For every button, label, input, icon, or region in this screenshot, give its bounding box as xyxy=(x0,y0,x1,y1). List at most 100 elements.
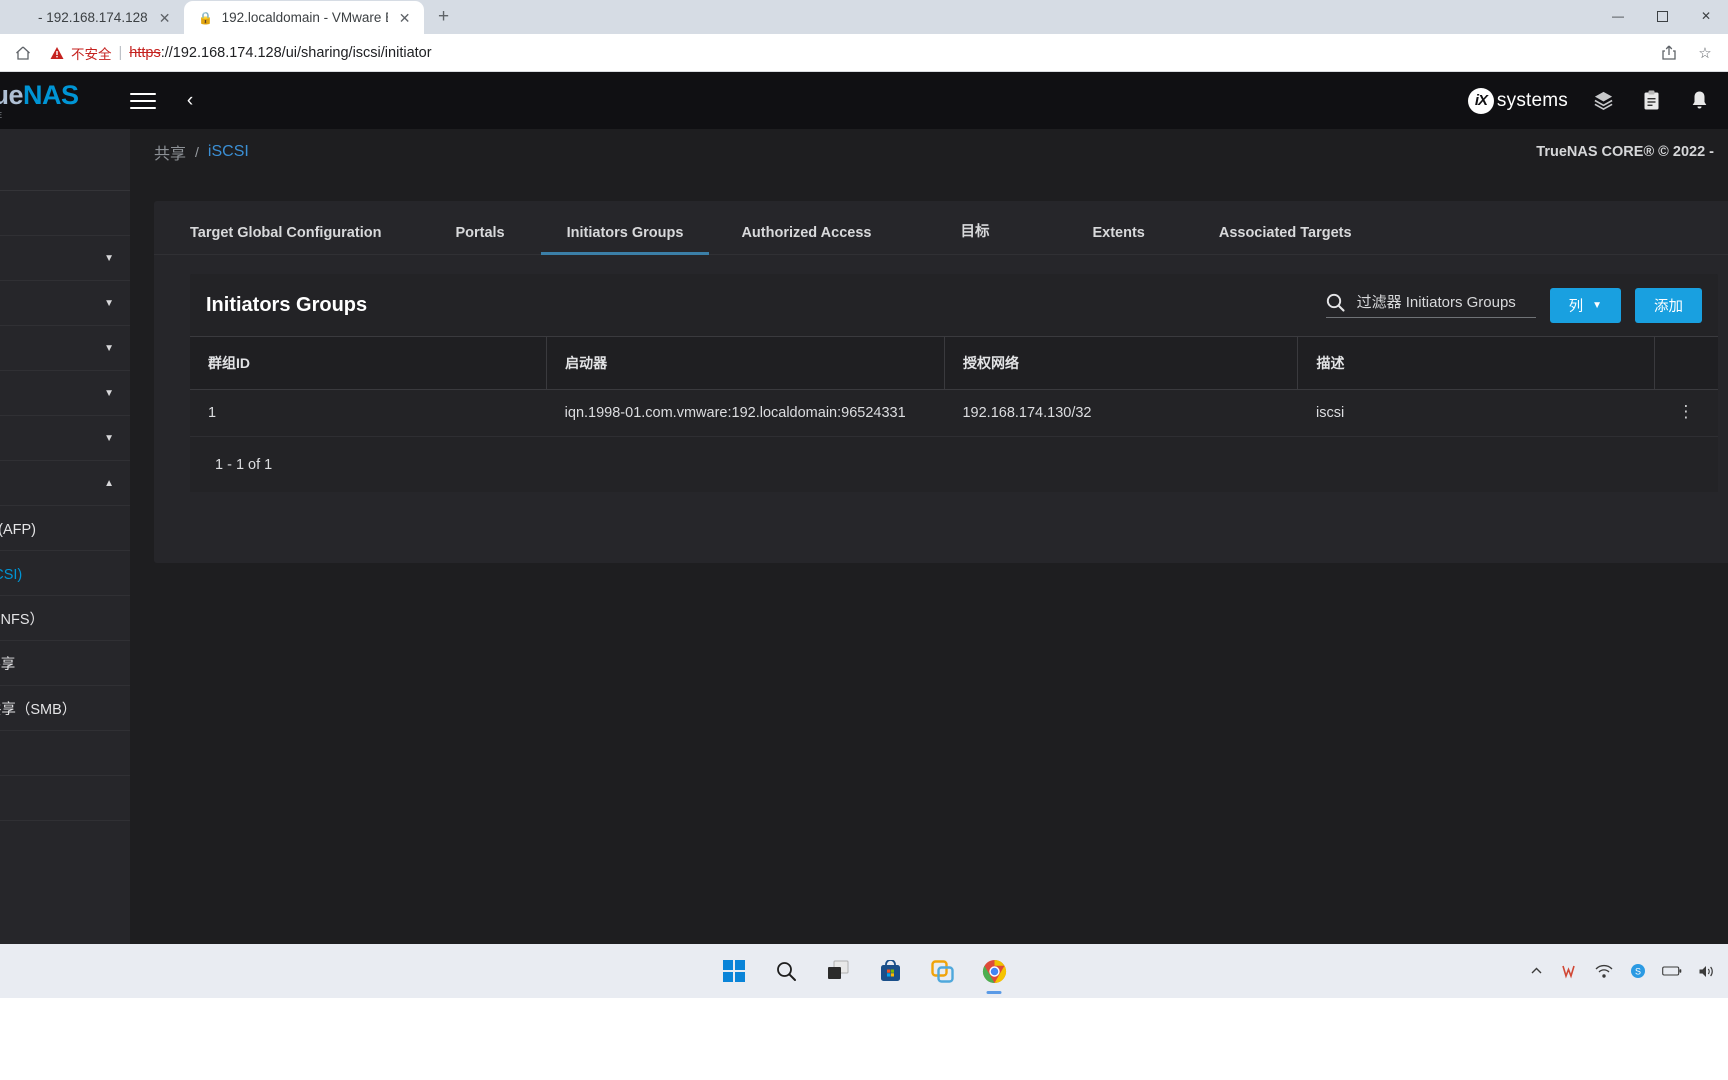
store-icon xyxy=(880,959,900,981)
sidebar-hostname: truenas.local xyxy=(0,162,130,178)
columns-button[interactable]: 列 ▼ xyxy=(1549,287,1621,323)
sidebar-item-blank-1[interactable] xyxy=(0,731,130,776)
chevron-down-icon: ▼ xyxy=(104,252,114,264)
tab-targets[interactable]: 目标 xyxy=(960,201,989,254)
magnifier-icon xyxy=(777,962,796,981)
sogou-icon[interactable]: S xyxy=(1628,961,1648,981)
chevron-down-icon: ▼ xyxy=(1592,299,1602,311)
share-icon[interactable] xyxy=(1656,40,1682,66)
sidebar-item-label: Unix共享（NFS） xyxy=(0,611,45,628)
start-button[interactable] xyxy=(717,954,751,988)
bell-icon[interactable] xyxy=(1686,88,1712,114)
sidebar-item-network[interactable]: 网络 ▼ xyxy=(0,326,130,371)
filter-box[interactable] xyxy=(1325,293,1536,318)
sidebar-item-blank-2[interactable] xyxy=(0,776,130,821)
panel-title: Initiators Groups xyxy=(206,293,368,316)
store-button[interactable] xyxy=(873,954,907,988)
hamburger-icon[interactable] xyxy=(130,88,156,114)
taskbar-apps xyxy=(717,954,1011,994)
volume-icon[interactable] xyxy=(1696,961,1716,981)
breadcrumb-root[interactable]: 共享 xyxy=(154,140,186,164)
kebab-menu-icon[interactable]: ⋮ xyxy=(1673,403,1700,420)
add-button[interactable]: 添加 xyxy=(1635,287,1702,323)
home-icon[interactable] xyxy=(10,40,36,66)
close-icon[interactable]: ✕ xyxy=(1684,0,1728,32)
tab-label: Associated Targets xyxy=(1218,225,1352,241)
tab-associated-targets[interactable]: Associated Targets xyxy=(1219,201,1352,254)
tab-target-global-configuration[interactable]: Target Global Configuration xyxy=(190,201,381,254)
tab-portals[interactable]: Portals xyxy=(455,201,504,254)
cube-icon[interactable] xyxy=(1590,88,1616,114)
sidebar-item-label: Windows共享（SMB） xyxy=(0,701,77,718)
sidebar-item-dashboard[interactable]: 仪表板 xyxy=(0,191,130,236)
clipboard-icon[interactable] xyxy=(1638,88,1664,114)
sidebar-item-afp[interactable]: Apple共享 (AFP) xyxy=(0,506,130,551)
tab-favicon: 🔒 xyxy=(198,10,214,25)
tab-authorized-access[interactable]: Authorized Access xyxy=(741,201,871,254)
sidebar-item-storage[interactable]: 存储 ▼ xyxy=(0,371,130,416)
sidebar-item-nfs[interactable]: Unix共享（NFS） xyxy=(0,596,130,641)
sidebar-item-label: Apple共享 (AFP) xyxy=(0,521,36,538)
maximize-icon[interactable] xyxy=(1640,0,1684,32)
sidebar-item-sharing[interactable]: 共享 ▲ xyxy=(0,461,130,506)
logo-true-text: True xyxy=(0,79,24,110)
chrome-button[interactable] xyxy=(977,954,1011,994)
battery-icon[interactable] xyxy=(1662,961,1682,981)
breadcrumb-current[interactable]: iSCSI xyxy=(208,143,249,161)
task-view-button[interactable] xyxy=(821,954,855,988)
tab-label: Portals xyxy=(455,225,505,241)
search-button[interactable] xyxy=(769,954,803,988)
toolbar-right-icons: ☆ xyxy=(1656,40,1718,66)
minimize-icon[interactable]: — xyxy=(1596,0,1640,32)
sidebar-item-webdav[interactable]: WebDAV共享 xyxy=(0,641,130,686)
tray-expand-icon[interactable] xyxy=(1526,961,1546,981)
tab-close-icon[interactable]: ✕ xyxy=(156,9,174,27)
tab-initiators-groups[interactable]: Initiators Groups xyxy=(540,201,710,255)
browser-tab-1[interactable]: - 192.168.174.128 ✕ xyxy=(0,1,184,34)
window-controls: — ✕ xyxy=(1596,0,1728,32)
browser-tabstrip: - 192.168.174.128 ✕ 🔒 192.localdomain - … xyxy=(0,0,1728,34)
ix-word: systems xyxy=(1496,89,1568,111)
search-input[interactable] xyxy=(1356,293,1522,311)
new-tab-button[interactable]: + xyxy=(430,3,458,31)
table-row[interactable]: 1 iqn.1998-01.com.vmware:192.localdomain… xyxy=(190,389,1718,437)
network-icon[interactable] xyxy=(1594,961,1614,981)
column-header-network[interactable]: 授权网络 xyxy=(944,336,1299,390)
tab-close-icon[interactable]: ✕ xyxy=(396,9,414,27)
column-header-group-id[interactable]: 群组ID xyxy=(190,336,548,390)
sidebar-user: 🔒 root truenas.local xyxy=(0,129,130,191)
initiators-groups-table: 群组ID 启动器 授权网络 描述 1 iqn.1998-01.com.vmwar… xyxy=(190,336,1718,437)
warning-triangle-icon xyxy=(50,46,64,60)
table-header-row: 群组ID 启动器 授权网络 描述 xyxy=(190,336,1718,390)
omnibox-separator: | xyxy=(118,44,123,61)
logo-core-text: CORE xyxy=(0,111,98,120)
column-header-description[interactable]: 描述 xyxy=(1297,336,1656,390)
bookmark-star-icon[interactable]: ☆ xyxy=(1692,40,1718,66)
sidebar-item-smb[interactable]: Windows共享（SMB） xyxy=(0,686,130,731)
vmware-button[interactable] xyxy=(925,954,959,988)
ixsystems-logo: iX systems xyxy=(1467,87,1568,114)
tab-label: Authorized Access xyxy=(741,225,872,241)
sidebar-item-label: WebDAV共享 xyxy=(0,656,16,673)
column-header-actions xyxy=(1654,336,1718,390)
tab-label: Target Global Configuration xyxy=(190,225,382,241)
sidebar-item-accounts[interactable]: 账户 ▼ xyxy=(0,236,130,281)
ix-mark: iX xyxy=(1467,87,1494,114)
columns-button-label: 列 xyxy=(1568,298,1584,315)
tab-label: 目标 xyxy=(960,224,990,240)
sidebar-item-iscsi[interactable]: 块共享 (iSCSI) xyxy=(0,551,130,596)
address-bar[interactable]: 不安全 | https://192.168.174.128/ui/sharing… xyxy=(44,40,1648,66)
browser-tab-2[interactable]: 🔒 192.localdomain - VMware ES ✕ xyxy=(183,1,424,34)
sidebar-item-directory-services[interactable]: 目录服务 ▼ xyxy=(0,416,130,461)
chevron-left-icon[interactable]: ‹ xyxy=(180,90,200,112)
tab-extents[interactable]: Extents xyxy=(1092,201,1144,254)
column-header-initiator[interactable]: 启动器 xyxy=(546,336,945,390)
app-body: 🔒 root truenas.local 仪表板 账户 ▼ 系统 ▼ xyxy=(0,129,1728,944)
topbar-right: iX systems xyxy=(1467,72,1712,129)
sidebar-item-label: 块共享 (iSCSI) xyxy=(0,566,23,583)
sidebar-item-system[interactable]: 系统 ▼ xyxy=(0,281,130,326)
cell-actions[interactable]: ⋮ xyxy=(1654,389,1718,437)
search-icon xyxy=(1326,293,1345,312)
wps-icon[interactable] xyxy=(1560,961,1580,981)
truenas-app: TrueNAS CORE ‹ iX systems xyxy=(0,72,1728,944)
